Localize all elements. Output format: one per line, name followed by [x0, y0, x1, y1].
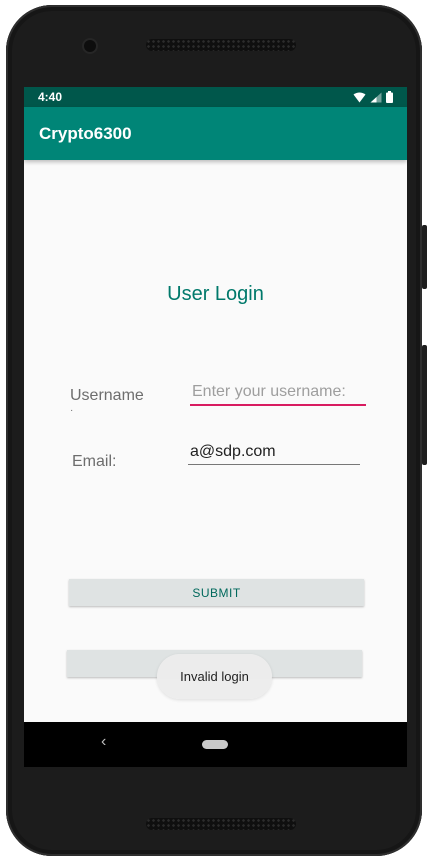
toast-message: Invalid login	[157, 654, 272, 699]
power-button	[422, 225, 427, 289]
phone-screen: 4:40 Crypto6300 User Login Username · Em…	[24, 87, 407, 767]
wifi-icon	[353, 92, 366, 102]
home-pill-icon[interactable]	[202, 740, 228, 749]
navigation-bar: ‹	[24, 722, 407, 767]
volume-button	[422, 345, 427, 465]
top-speaker-grille	[146, 39, 296, 51]
username-label-overflow: ·	[70, 405, 74, 416]
status-icons	[353, 91, 393, 103]
front-camera	[84, 40, 96, 52]
username-label: Username	[70, 387, 144, 404]
app-title: Crypto6300	[39, 124, 132, 143]
bottom-speaker-grille	[146, 818, 296, 830]
status-bar: 4:40	[24, 87, 407, 107]
username-input[interactable]	[190, 380, 366, 406]
page-title: User Login	[167, 283, 264, 305]
signal-icon	[370, 92, 382, 102]
status-time: 4:40	[38, 90, 63, 104]
app-bar: Crypto6300	[24, 107, 407, 160]
email-label: Email:	[72, 453, 117, 470]
submit-button[interactable]: SUBMIT	[69, 579, 364, 606]
back-icon[interactable]: ‹	[101, 733, 106, 751]
email-input[interactable]	[188, 439, 360, 465]
battery-icon	[386, 91, 393, 103]
